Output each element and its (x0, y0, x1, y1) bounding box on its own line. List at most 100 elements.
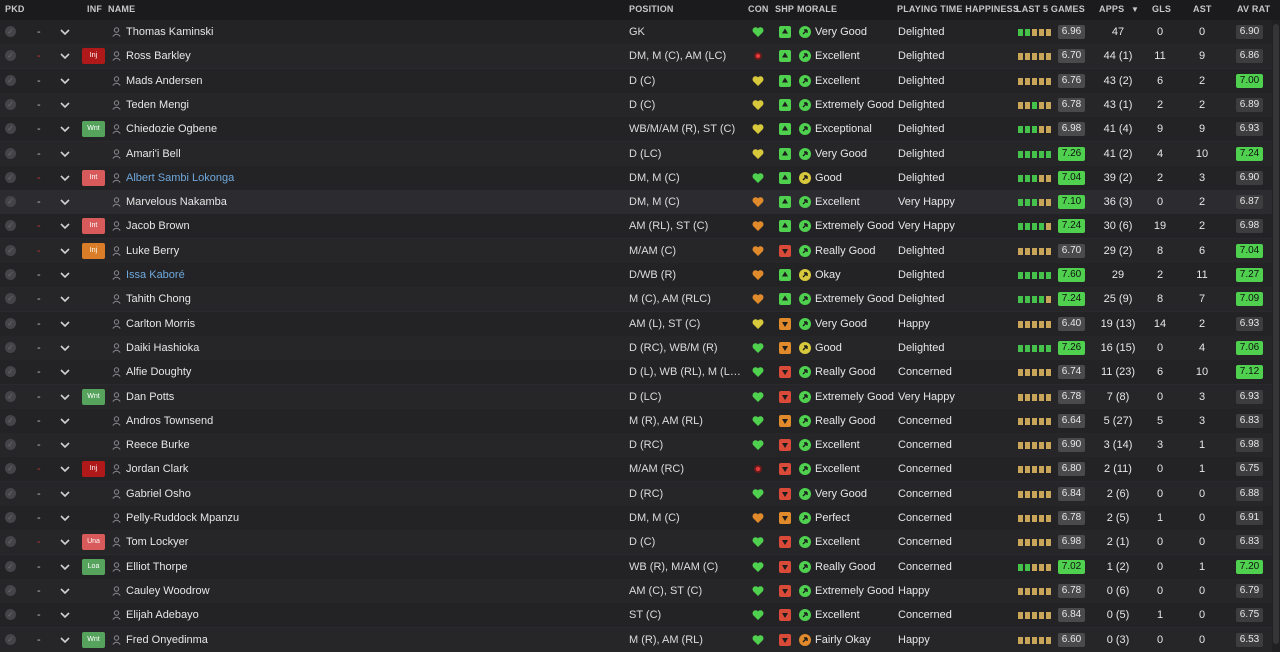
col-position[interactable]: POSITION (629, 4, 674, 14)
table-row[interactable]: ✓ - Teden Mengi D (C) Extremely Good Delighte… (0, 92, 1272, 118)
row-expand-chevron-icon[interactable] (60, 506, 72, 530)
picked-toggle[interactable]: ✓ (5, 220, 16, 232)
col-name[interactable]: NAME (108, 4, 135, 14)
row-expand-chevron-icon[interactable] (60, 117, 72, 141)
picked-toggle[interactable]: ✓ (5, 317, 16, 329)
table-row[interactable]: ✓-Amari'i BellD (LC)Very GoodDelightedgg… (0, 141, 1272, 167)
col-playing-time-happiness[interactable]: PLAYING TIME HAPPINESS (897, 4, 1019, 14)
picked-toggle[interactable]: ✓ (5, 463, 16, 475)
player-name[interactable]: Dan Potts (126, 385, 616, 409)
row-expand-chevron-icon[interactable] (60, 312, 72, 336)
table-row[interactable]: ✓ - Carlton Morris AM (L), ST (C) Very Good H… (0, 311, 1272, 337)
info-status-badge[interactable]: Int (82, 218, 105, 235)
row-expand-chevron-icon[interactable] (60, 166, 72, 190)
vertical-scrollbar[interactable] (1272, 20, 1280, 652)
player-name[interactable]: Daiki Hashioka (126, 336, 616, 360)
picked-toggle[interactable]: ✓ (5, 171, 16, 183)
info-status-badge[interactable]: Inj (82, 242, 105, 259)
col-inf[interactable]: INF (87, 4, 102, 14)
picked-toggle[interactable]: ✓ (5, 341, 16, 353)
info-status-badge[interactable]: Wnt (82, 388, 105, 405)
table-row[interactable]: ✓ - Pelly-Ruddock Mpanzu DM, M (C) Perfect Co… (0, 506, 1272, 531)
table-row[interactable]: ✓ - Elijah Adebayo ST (C) Excellent Concerned… (0, 603, 1272, 629)
row-expand-chevron-icon[interactable] (60, 628, 72, 652)
row-expand-chevron-icon[interactable] (60, 142, 72, 166)
player-name[interactable]: Alfie Doughty (126, 360, 616, 384)
table-row[interactable]: ✓ - Wnt Chiedozie Ogbene WB/M/AM (R), ST (C)… (0, 117, 1272, 143)
picked-toggle[interactable]: ✓ (5, 584, 16, 596)
row-expand-chevron-icon[interactable] (60, 287, 72, 311)
picked-toggle[interactable]: ✓ (5, 26, 16, 37)
picked-toggle[interactable]: ✓ (5, 74, 16, 86)
table-row[interactable]: ✓ - Una Tom Lockyer D (C) Excellent Concerned a… (0, 530, 1272, 556)
row-expand-chevron-icon[interactable] (60, 20, 72, 44)
player-name[interactable]: Amari'i Bell (126, 142, 616, 166)
player-name[interactable]: Teden Mengi (126, 93, 616, 117)
table-row[interactable]: ✓-Gabriel OshoD (RC)Very GoodConcernedaa… (0, 481, 1272, 507)
table-row[interactable]: ✓ - Wnt Fred Onyedinma M (R), AM (RL) Fairly … (0, 627, 1272, 652)
player-name[interactable]: Carlton Morris (126, 312, 616, 336)
table-row[interactable]: ✓ - Loa Elliot Thorpe WB (R), M/AM (C) Really… (0, 554, 1272, 580)
picked-toggle[interactable]: ✓ (5, 609, 16, 621)
row-expand-chevron-icon[interactable] (60, 385, 72, 409)
player-name[interactable]: Reece Burke (126, 433, 616, 457)
info-status-badge[interactable]: Loa (82, 558, 105, 575)
player-name[interactable]: Andros Townsend (126, 409, 616, 433)
table-row[interactable]: ✓-Issa KaboréD/WB (R)OkayDelightedggggg7… (0, 263, 1272, 288)
picked-toggle[interactable]: ✓ (5, 390, 16, 402)
picked-toggle[interactable]: ✓ (5, 123, 16, 135)
row-expand-chevron-icon[interactable] (60, 190, 72, 214)
col-gls[interactable]: GLS (1152, 4, 1171, 14)
table-row[interactable]: ✓ - Inj Luke Berry M/AM (C) Really Good Deligh… (0, 238, 1272, 264)
picked-toggle[interactable]: ✓ (5, 633, 16, 645)
table-row[interactable]: ✓ - Inj Jordan Clark M/AM (RC) Excellent Conce… (0, 457, 1272, 483)
row-expand-chevron-icon[interactable] (60, 336, 72, 360)
picked-toggle[interactable]: ✓ (5, 293, 16, 305)
info-status-badge[interactable]: Wnt (82, 121, 105, 138)
picked-toggle[interactable]: ✓ (5, 512, 16, 523)
sort-desc-icon[interactable]: ▼ (1131, 5, 1139, 14)
row-expand-chevron-icon[interactable] (60, 433, 72, 457)
col-ast[interactable]: AST (1193, 4, 1212, 14)
picked-toggle[interactable]: ✓ (5, 147, 16, 159)
picked-toggle[interactable]: ✓ (5, 560, 16, 572)
row-expand-chevron-icon[interactable] (60, 239, 72, 263)
scrollbar-thumb[interactable] (1273, 24, 1279, 644)
player-name[interactable]: Tahith Chong (126, 287, 616, 311)
player-name[interactable]: Jordan Clark (126, 457, 616, 481)
player-name[interactable]: Cauley Woodrow (126, 579, 616, 603)
info-status-badge[interactable]: Int (82, 169, 105, 186)
table-row[interactable]: ✓ - Inj Ross Barkley DM, M (C), AM (LC) Excel… (0, 44, 1272, 70)
player-name[interactable]: Chiedozie Ogbene (126, 117, 616, 141)
col-apps[interactable]: APPS (1099, 4, 1124, 14)
player-name[interactable]: Thomas Kaminski (126, 20, 616, 44)
player-name[interactable]: Fred Onyedinma (126, 628, 616, 652)
info-status-badge[interactable]: Una (82, 534, 105, 551)
col-last-5-games[interactable]: LAST 5 GAMES (1016, 4, 1085, 14)
table-row[interactable]: ✓ - Tahith Chong M (C), AM (RLC) Extremely G… (0, 287, 1272, 313)
player-name[interactable]: Albert Sambi Lokonga (126, 166, 616, 190)
player-name[interactable]: Luke Berry (126, 239, 616, 263)
table-row[interactable]: ✓-Thomas KaminskiGKVery GoodDelightedgga… (0, 20, 1272, 45)
player-name[interactable]: Elijah Adebayo (126, 603, 616, 627)
row-expand-chevron-icon[interactable] (60, 360, 72, 384)
picked-toggle[interactable]: ✓ (5, 439, 16, 451)
table-row[interactable]: ✓ - Daiki Hashioka D (RC), WB/M (R) Good Deli… (0, 335, 1272, 361)
picked-toggle[interactable]: ✓ (5, 98, 16, 110)
picked-toggle[interactable]: ✓ (5, 366, 16, 378)
table-row[interactable]: ✓ - Int Albert Sambi Lokonga DM, M (C) Good De… (0, 165, 1272, 191)
player-name[interactable]: Mads Andersen (126, 69, 616, 93)
picked-toggle[interactable]: ✓ (5, 414, 16, 426)
player-name[interactable]: Gabriel Osho (126, 482, 616, 506)
picked-toggle[interactable]: ✓ (5, 487, 16, 499)
player-name[interactable]: Pelly-Ruddock Mpanzu (126, 506, 616, 530)
row-expand-chevron-icon[interactable] (60, 69, 72, 93)
picked-toggle[interactable]: ✓ (5, 50, 16, 62)
col-shp[interactable]: SHP (775, 4, 794, 14)
table-row[interactable]: ✓ - Andros Townsend M (R), AM (RL) Really Go… (0, 408, 1272, 434)
player-name[interactable]: Jacob Brown (126, 214, 616, 238)
row-expand-chevron-icon[interactable] (60, 263, 72, 287)
row-expand-chevron-icon[interactable] (60, 457, 72, 481)
row-expand-chevron-icon[interactable] (60, 603, 72, 627)
picked-toggle[interactable]: ✓ (5, 244, 16, 256)
